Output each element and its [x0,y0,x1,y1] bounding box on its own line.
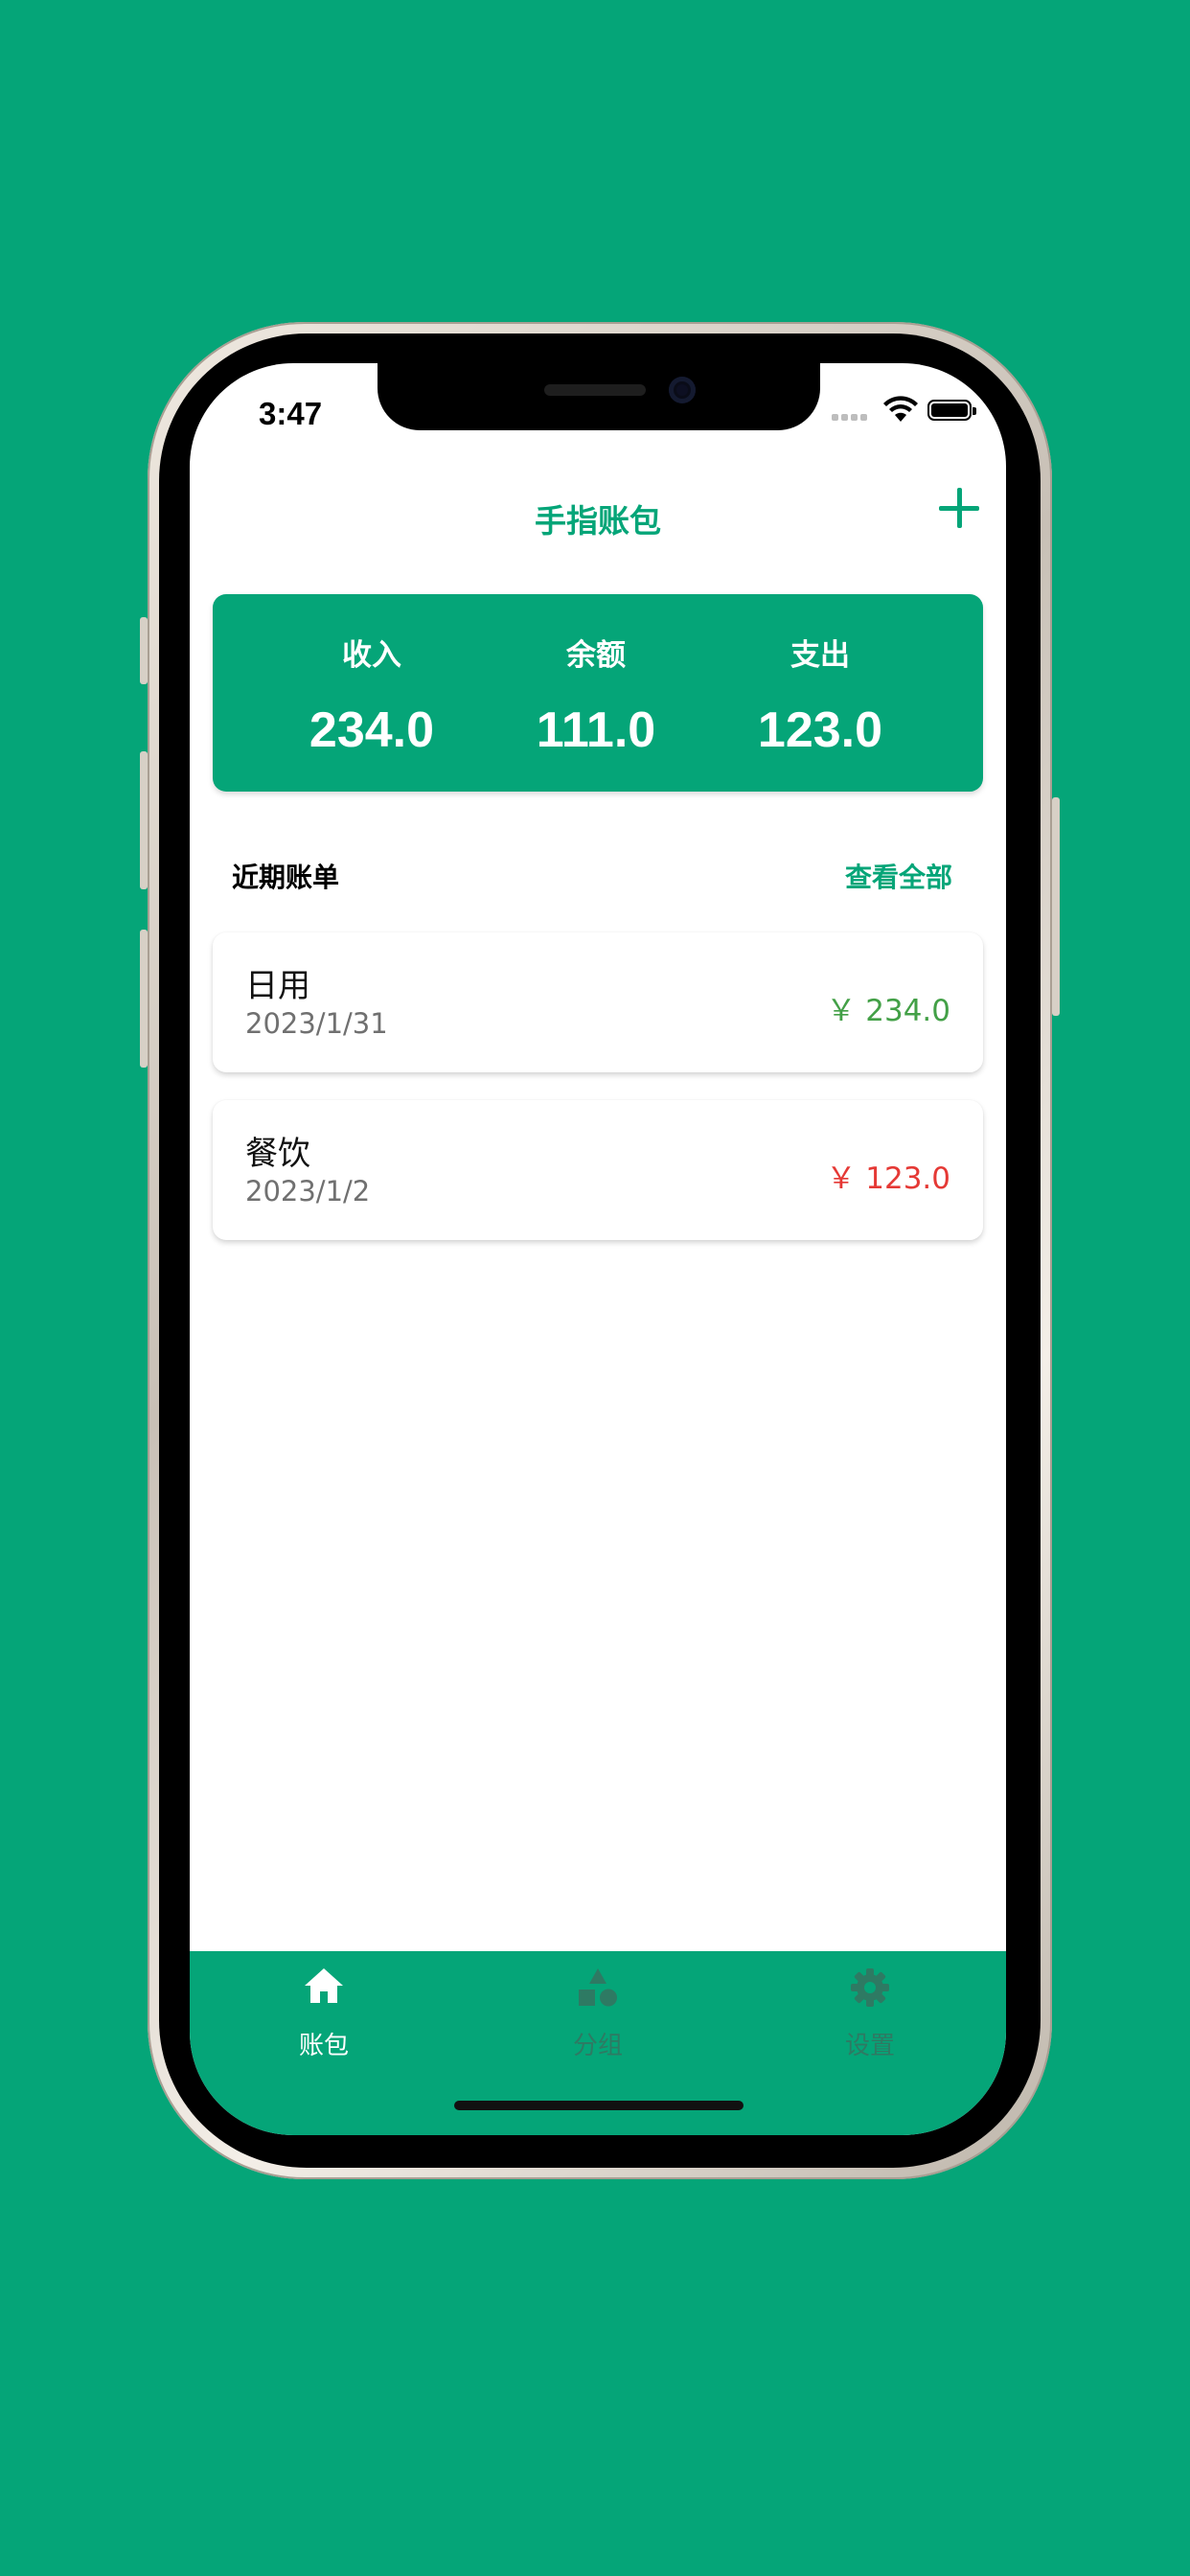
volume-down-button [140,930,148,1068]
tab-label: 分组 [572,2032,623,2060]
add-icon[interactable] [939,488,979,528]
wifi-icon [883,396,918,422]
silent-switch [140,617,148,684]
home-icon [305,1968,343,2003]
bill-category: 日用 [245,967,310,1005]
app-screen: 3:47 手指账包 收入 234.0 余额 111.0 支出 123.0 近期账… [190,363,1006,2135]
shapes-icon [579,1968,617,2007]
status-time: 3:47 [259,396,323,431]
cellular-signal-icon [832,413,870,421]
see-all-link[interactable]: 查看全部 [845,857,952,895]
bill-amount: ￥ 234.0 [826,994,950,1028]
notch [378,363,820,430]
expense-value: 123.0 [757,702,883,758]
balance-label: 余额 [566,638,626,673]
bill-item[interactable]: 日用 2023/1/31 ￥ 234.0 [213,932,983,1072]
balance-value: 111.0 [536,702,656,758]
volume-up-button [140,751,148,889]
bill-date: 2023/1/31 [245,1007,388,1040]
bill-date: 2023/1/2 [245,1175,371,1208]
battery-icon [927,400,976,421]
bill-item[interactable]: 餐饮 2023/1/2 ￥ 123.0 [213,1100,983,1240]
tab-label: 账包 [298,2032,349,2060]
income-value: 234.0 [309,702,435,758]
expense-label: 支出 [790,638,850,673]
bill-category: 餐饮 [245,1135,310,1173]
speaker-grille [544,384,646,396]
bill-amount: ￥ 123.0 [826,1162,950,1196]
recent-bills-title: 近期账单 [232,862,340,893]
income-label: 收入 [342,638,401,673]
power-button [1052,797,1060,1016]
tab-label: 设置 [844,2032,895,2060]
summary-card: 收入 234.0 余额 111.0 支出 123.0 [213,594,983,792]
gear-icon [851,1968,889,2007]
home-indicator[interactable] [454,2101,744,2110]
front-camera [669,377,696,403]
page-title: 手指账包 [535,502,661,540]
